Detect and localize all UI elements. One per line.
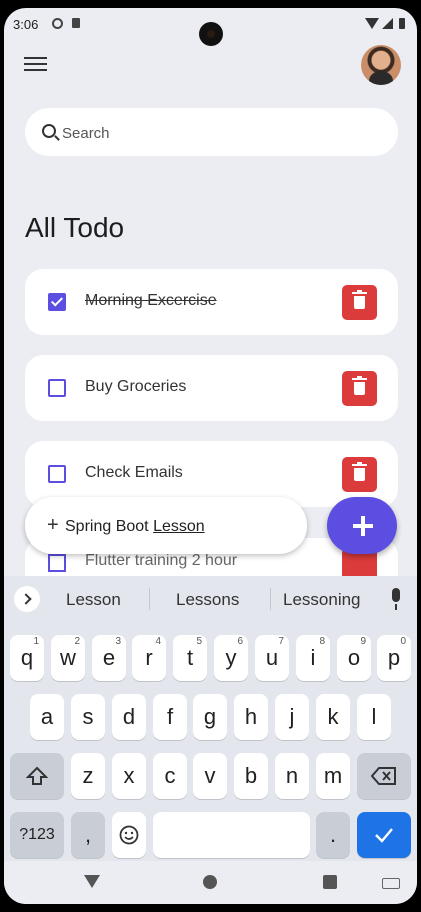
key[interactable]: l xyxy=(357,694,391,740)
keyboard-switch-icon[interactable] xyxy=(382,878,400,889)
key[interactable]: g xyxy=(193,694,227,740)
comma-key[interactable]: , xyxy=(71,812,105,858)
space-key[interactable] xyxy=(153,812,310,858)
backspace-key[interactable] xyxy=(357,753,411,799)
divider xyxy=(270,588,271,610)
suggestion-strip: Lesson Lessons Lessoning xyxy=(4,576,417,620)
suggestion-word[interactable]: Lessoning xyxy=(283,590,361,610)
key[interactable]: d xyxy=(112,694,146,740)
suggestion-word[interactable]: Lesson xyxy=(66,590,121,610)
trash-icon xyxy=(352,290,367,309)
key[interactable]: m xyxy=(316,753,350,799)
key[interactable]: 9o xyxy=(337,635,371,681)
trash-icon xyxy=(352,462,367,481)
shift-key[interactable] xyxy=(10,753,64,799)
key[interactable]: 0p xyxy=(377,635,411,681)
key[interactable]: v xyxy=(193,753,227,799)
key[interactable]: h xyxy=(234,694,268,740)
key[interactable]: n xyxy=(275,753,309,799)
key[interactable]: a xyxy=(30,694,64,740)
camera-cutout xyxy=(199,22,223,46)
key[interactable]: j xyxy=(275,694,309,740)
phone-screen: 3:06 All Todo Morning Excercise Buy Groc… xyxy=(4,8,417,904)
todo-label: Buy Groceries xyxy=(85,378,187,395)
key[interactable]: 3e xyxy=(92,635,126,681)
add-todo-button[interactable] xyxy=(327,497,397,554)
recents-icon[interactable] xyxy=(323,875,337,889)
sim-icon xyxy=(72,18,80,28)
delete-button[interactable] xyxy=(342,371,377,406)
notification-icon xyxy=(52,18,63,29)
enter-key[interactable] xyxy=(357,812,411,858)
menu-icon[interactable] xyxy=(24,55,48,75)
key[interactable]: s xyxy=(71,694,105,740)
page-title: All Todo xyxy=(25,212,125,243)
key[interactable]: 4r xyxy=(132,635,166,681)
key[interactable]: 2w xyxy=(51,635,85,681)
on-screen-keyboard: Lesson Lessons Lessoning 1q 2w 3e 4r 5t … xyxy=(4,576,417,861)
search-bar[interactable] xyxy=(25,108,398,156)
key[interactable]: 7u xyxy=(255,635,289,681)
chevron-right-icon[interactable] xyxy=(14,586,40,612)
shift-icon xyxy=(25,766,49,785)
plus-icon: + xyxy=(47,514,59,536)
suggestion-word[interactable]: Lessons xyxy=(176,590,239,610)
key[interactable]: 1q xyxy=(10,635,44,681)
wifi-icon xyxy=(365,18,379,29)
trash-icon xyxy=(352,376,367,395)
todo-checkbox[interactable] xyxy=(48,293,66,311)
delete-button[interactable] xyxy=(342,457,377,492)
home-icon[interactable] xyxy=(203,875,217,889)
key[interactable]: z xyxy=(71,753,105,799)
add-todo-field[interactable]: + Spring Boot Lesson xyxy=(25,497,307,554)
divider xyxy=(149,588,150,610)
todo-label: Check Emails xyxy=(85,464,183,481)
delete-button[interactable] xyxy=(342,285,377,320)
todo-checkbox[interactable] xyxy=(48,379,66,397)
battery-icon xyxy=(399,18,405,29)
key[interactable]: b xyxy=(234,753,268,799)
status-time: 3:06 xyxy=(13,17,39,32)
back-icon[interactable] xyxy=(84,875,100,888)
key[interactable]: 5t xyxy=(173,635,207,681)
add-todo-text[interactable]: Spring Boot Lesson xyxy=(65,518,205,536)
key[interactable]: 6y xyxy=(214,635,248,681)
avatar[interactable] xyxy=(361,45,401,85)
todo-item: Buy Groceries xyxy=(25,355,398,421)
symbols-key[interactable]: ?123 xyxy=(10,812,64,858)
todo-item: Morning Excercise xyxy=(25,269,398,335)
search-input[interactable] xyxy=(60,120,384,146)
emoji-key[interactable] xyxy=(112,812,146,858)
todo-label: Morning Excercise xyxy=(85,292,217,309)
key[interactable]: 8i xyxy=(296,635,330,681)
todo-checkbox[interactable] xyxy=(48,554,66,572)
check-icon xyxy=(375,828,393,843)
key[interactable]: f xyxy=(153,694,187,740)
microphone-icon[interactable] xyxy=(392,588,400,610)
todo-label: Flutter training 2 hour xyxy=(85,552,238,569)
emoji-icon xyxy=(119,825,139,845)
key[interactable]: c xyxy=(153,753,187,799)
todo-checkbox[interactable] xyxy=(48,465,66,483)
key[interactable]: k xyxy=(316,694,350,740)
signal-icon xyxy=(382,18,393,29)
period-key[interactable]: . xyxy=(316,812,350,858)
search-icon xyxy=(42,124,56,138)
backspace-icon xyxy=(370,767,396,785)
key[interactable]: x xyxy=(112,753,146,799)
